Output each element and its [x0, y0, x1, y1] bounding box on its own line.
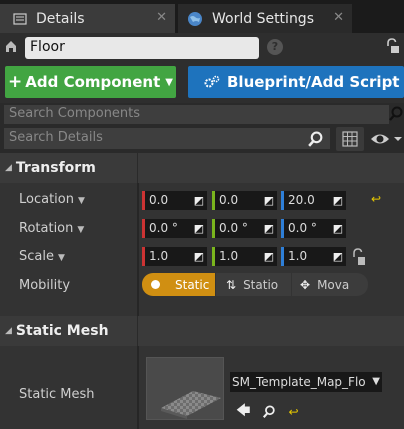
scale-x-field[interactable]: 1.0 ◩	[142, 247, 207, 266]
close-icon[interactable]: ✕	[333, 10, 344, 25]
location-y-field[interactable]: 0.0 ◩	[212, 191, 277, 210]
spacer-row	[0, 300, 404, 316]
scale-y-field[interactable]: 1.0 ◩	[212, 247, 277, 266]
asset-tools: 🡄 ↩	[236, 400, 299, 424]
mesh-preview-image	[147, 358, 223, 419]
rotation-z-field[interactable]: 0.0 ° ◩	[281, 219, 346, 238]
tab-details[interactable]: Details ✕	[0, 4, 175, 33]
help-icon[interactable]: ?	[267, 39, 283, 55]
static-mesh-asset-picker[interactable]: SM_Template_Map_Flo ▼	[230, 372, 382, 392]
grid-icon	[342, 131, 358, 147]
property-matrix-button[interactable]	[336, 127, 364, 151]
column-divider	[137, 214, 139, 243]
drag-arrow-icon: ◩	[263, 194, 274, 207]
chevron-down-icon: ▼	[370, 372, 380, 392]
column-divider	[137, 183, 139, 214]
blueprint-label: Blueprint/Add Script	[227, 73, 400, 91]
drag-arrow-icon: ◩	[263, 222, 274, 235]
rotation-y-field[interactable]: 0.0 ° ◩	[212, 219, 277, 238]
location-z-field[interactable]: 20.0 ◩	[281, 191, 346, 210]
browse-search-icon[interactable]	[262, 405, 276, 419]
use-selected-arrow-icon[interactable]: 🡄	[236, 400, 250, 424]
column-divider	[137, 316, 138, 346]
details-icon	[13, 12, 27, 25]
drag-arrow-icon: ◩	[193, 250, 204, 263]
drag-arrow-icon: ◩	[193, 194, 204, 207]
rotation-x-value: 0.0 °	[149, 221, 178, 235]
tab-world-settings-label: World Settings	[212, 10, 314, 27]
search-components-input[interactable]: Search Components	[4, 105, 389, 124]
location-x-field[interactable]: 0.0 ◩	[142, 191, 207, 210]
plus-icon: +	[8, 72, 23, 92]
rotation-y-value: 0.0 °	[219, 221, 248, 235]
chevron-down-icon: ▼	[165, 76, 173, 88]
search-icon[interactable]	[388, 106, 404, 122]
static-mesh-category-header[interactable]: ◢ Static Mesh	[0, 316, 404, 346]
mobility-static-option[interactable]: Static	[142, 273, 215, 296]
scale-z-value: 1.0	[288, 249, 308, 263]
drag-arrow-icon: ◩	[332, 222, 343, 235]
rotation-x-field[interactable]: 0.0 ° ◩	[142, 219, 207, 238]
scale-label[interactable]: Scale ▼	[19, 249, 65, 264]
collapse-triangle-icon: ◢	[5, 326, 12, 336]
mobility-stationary-option[interactable]: ⇅ Statio	[216, 273, 291, 296]
mobility-stationary-label: Statio	[243, 277, 279, 292]
close-icon[interactable]: ✕	[156, 10, 167, 25]
actor-name-input[interactable]: Floor	[25, 37, 259, 59]
mobility-movable-label: Mova	[317, 277, 350, 292]
static-dot-icon	[151, 280, 160, 289]
globe-icon	[188, 11, 202, 26]
column-divider	[137, 153, 138, 183]
move-icon: ✥	[300, 277, 311, 292]
collapse-triangle-icon: ◢	[5, 163, 12, 173]
rotation-label[interactable]: Rotation ▼	[19, 221, 84, 236]
scale-x-value: 1.0	[149, 249, 169, 263]
column-divider	[137, 270, 139, 300]
search-icon[interactable]	[307, 131, 324, 148]
mobility-label: Mobility	[19, 278, 71, 293]
search-details-input[interactable]: Search Details	[4, 128, 330, 149]
location-z-value: 20.0	[288, 193, 315, 207]
tab-world-settings[interactable]: World Settings ✕	[178, 4, 352, 33]
column-divider	[137, 243, 139, 270]
tab-details-label: Details	[36, 10, 85, 27]
drag-arrow-icon: ◩	[193, 222, 204, 235]
column-divider	[137, 300, 139, 316]
drag-arrow-icon: ◩	[263, 250, 274, 263]
transform-header-label: Transform	[15, 160, 96, 176]
location-x-value: 0.0	[149, 193, 169, 207]
reset-to-default-icon[interactable]: ↩	[288, 405, 298, 419]
view-options-button[interactable]	[368, 127, 404, 151]
scale-y-value: 1.0	[219, 249, 239, 263]
mobility-movable-option[interactable]: ✥ Mova	[292, 273, 368, 296]
static-mesh-value: SM_Template_Map_Flo	[232, 375, 366, 389]
drag-arrow-icon: ◩	[332, 250, 343, 263]
stationary-icon: ⇅	[226, 277, 237, 292]
drag-arrow-icon: ◩	[332, 194, 343, 207]
gears-icon	[204, 75, 220, 88]
add-component-label: Add Component	[25, 73, 161, 91]
static-mesh-thumbnail[interactable]	[146, 357, 224, 420]
eye-icon	[371, 134, 402, 144]
rotation-z-value: 0.0 °	[288, 221, 317, 235]
unlock-icon[interactable]	[351, 248, 367, 266]
column-divider	[137, 346, 139, 429]
static-mesh-header-label: Static Mesh	[15, 323, 109, 339]
add-component-button[interactable]: + Add Component ▼	[5, 66, 176, 98]
mobility-static-label: Static	[175, 277, 210, 292]
scale-z-field[interactable]: 1.0 ◩	[281, 247, 346, 266]
lock-icon[interactable]	[386, 38, 400, 54]
location-y-value: 0.0	[219, 193, 239, 207]
reset-to-default-icon[interactable]: ↩	[371, 192, 381, 206]
transform-category-header[interactable]: ◢ Transform	[0, 153, 404, 183]
blueprint-add-script-button[interactable]: Blueprint/Add Script	[188, 66, 404, 98]
location-label[interactable]: Location ▼	[19, 192, 85, 207]
static-mesh-label: Static Mesh	[19, 387, 95, 402]
actor-icon	[6, 41, 16, 52]
